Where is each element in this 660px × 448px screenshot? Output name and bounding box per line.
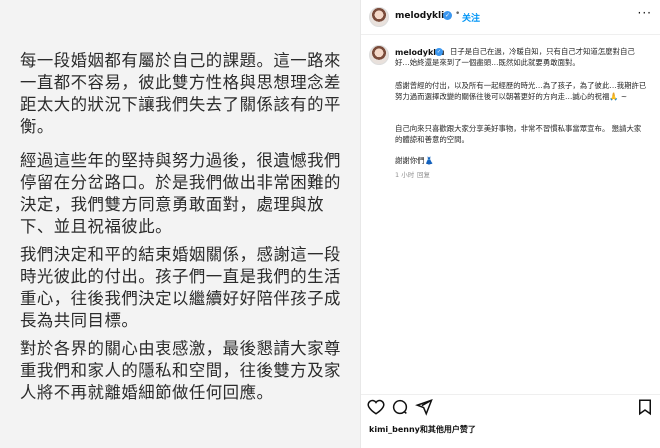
image-paragraph-3: 我們決定和平的結束婚姻關係，感謝這一段時光彼此的付出。孩子們一直是我們的生活重心… xyxy=(20,245,341,330)
heart-icon[interactable] xyxy=(367,398,385,416)
header-separator: • xyxy=(455,9,461,19)
likes-suffix[interactable]: 和其他用户赞了 xyxy=(420,425,476,434)
post-header: melodykliu ✓ • 关注 ··· xyxy=(361,0,660,35)
likes-summary: kimi_benny和其他用户赞了 xyxy=(369,424,476,435)
follow-button[interactable]: 关注 xyxy=(462,11,480,24)
reply-link[interactable]: 回复 xyxy=(417,169,430,179)
image-paragraph-2: 經過這些年的堅持與努力過後，很遺憾我們停留在分岔路口。於是我們做出非常困難的決定… xyxy=(20,151,341,236)
bookmark-icon[interactable] xyxy=(636,398,654,416)
verified-badge-icon: ✓ xyxy=(443,11,452,20)
caption-paragraph-1: 日子是自己在過，冷暖自知，只有自己才知道怎麼對自己好…始終還是來到了一個盡頭…既… xyxy=(395,47,635,67)
action-bar xyxy=(361,394,660,419)
image-paragraph-1: 每一段婚姻都有屬於自己的課題。這一路來一直都不容易，彼此雙方性格與思想理念差距太… xyxy=(20,51,341,136)
author-avatar[interactable] xyxy=(369,7,389,27)
share-icon[interactable] xyxy=(415,398,433,416)
caption-avatar[interactable] xyxy=(369,45,389,65)
liker-username[interactable]: kimi_benny xyxy=(369,425,420,434)
post-image: 每一段婚姻都有屬於自己的課題。這一路來一直都不容易，彼此雙方性格與思想理念差距太… xyxy=(0,0,360,448)
caption-paragraph-2: 感謝曾經的付出，以及所有一起經歷的時光…為了孩子，為了彼此…我期許已努力過而選擇… xyxy=(395,81,647,101)
comment-icon[interactable] xyxy=(391,398,409,416)
post-side-panel: melodykliu ✓ • 关注 ··· melodykliu ✓ 日子是自己… xyxy=(361,0,660,448)
caption-paragraph-4: 謝謝你們👗 xyxy=(395,156,434,165)
caption-paragraph-3: 自己向來只喜歡跟大家分享美好事物，非常不習慣私事當眾宣布。 懇請大家的體諒和善意… xyxy=(395,124,642,144)
image-paragraph-4: 對於各界的關心由衷感激，最後懇請大家尊重我們和家人的隱私和空間，往後雙方及家人將… xyxy=(20,339,341,402)
post-time: 1 小时 xyxy=(395,171,415,179)
more-options-icon[interactable]: ··· xyxy=(638,6,652,20)
